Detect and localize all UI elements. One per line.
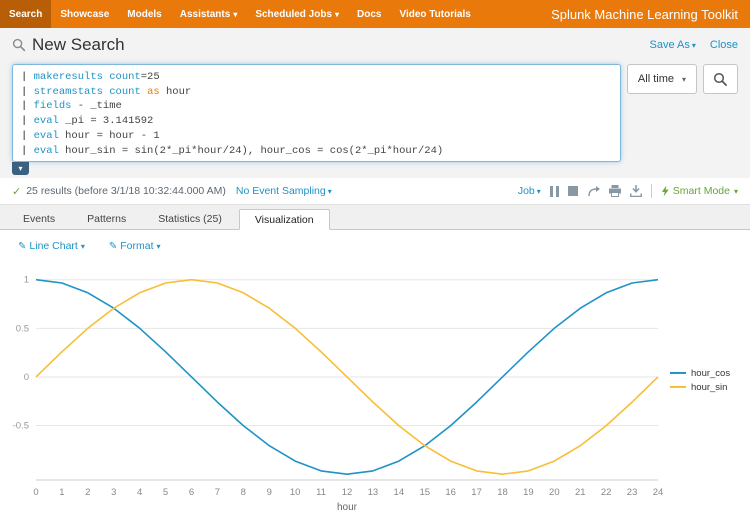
search-mode-button[interactable]: Smart Mode▾ xyxy=(661,185,738,197)
share-button[interactable] xyxy=(587,185,600,197)
search-header: New Search Save As▾ Close xyxy=(0,28,750,62)
format-button[interactable]: ✎ Format▾ xyxy=(109,240,161,252)
print-button[interactable] xyxy=(609,185,621,197)
pencil-icon: ✎ xyxy=(109,241,117,252)
svg-text:5: 5 xyxy=(163,487,168,498)
svg-text:17: 17 xyxy=(471,487,482,498)
svg-text:14: 14 xyxy=(394,487,405,498)
nav-item-search[interactable]: Search xyxy=(0,0,51,28)
line-chart[interactable]: -0.500.510123456789101112131415161718192… xyxy=(0,260,750,518)
job-controls: Job▾ Smart Mode▾ xyxy=(518,184,738,198)
chevron-down-icon: ▾ xyxy=(157,242,161,251)
app-window: SearchShowcaseModelsAssistants▾Scheduled… xyxy=(0,0,750,524)
check-icon: ✓ xyxy=(12,185,21,198)
svg-text:0: 0 xyxy=(33,487,38,498)
tab-events[interactable]: Events xyxy=(8,209,70,229)
chevron-down-icon: ▾ xyxy=(692,41,696,50)
divider xyxy=(651,184,652,198)
bolt-icon xyxy=(661,185,669,197)
chevron-down-icon: ▾ xyxy=(734,187,738,196)
chevron-down-icon: ▾ xyxy=(328,187,332,196)
page-title: New Search xyxy=(32,35,125,55)
svg-text:10: 10 xyxy=(290,487,301,498)
svg-text:13: 13 xyxy=(368,487,379,498)
nav-item-video-tutorials[interactable]: Video Tutorials xyxy=(390,0,479,28)
search-query-editor[interactable]: | makeresults count=25| streamstats coun… xyxy=(12,64,621,162)
svg-text:12: 12 xyxy=(342,487,353,498)
chart-type-button[interactable]: ✎ Line Chart▾ xyxy=(18,240,85,252)
svg-text:0: 0 xyxy=(24,372,29,383)
svg-text:15: 15 xyxy=(419,487,430,498)
job-menu-button[interactable]: Job▾ xyxy=(518,185,541,197)
svg-text:0.5: 0.5 xyxy=(16,323,29,334)
time-range-picker[interactable]: All time ▾ xyxy=(627,64,697,94)
svg-text:21: 21 xyxy=(575,487,586,498)
svg-text:7: 7 xyxy=(215,487,220,498)
close-button[interactable]: Close xyxy=(710,39,738,51)
svg-text:8: 8 xyxy=(241,487,246,498)
pause-button[interactable] xyxy=(550,186,559,197)
tab-statistics-25[interactable]: Statistics (25) xyxy=(143,209,237,229)
svg-text:24: 24 xyxy=(653,487,664,498)
svg-text:hour: hour xyxy=(337,502,358,513)
svg-text:9: 9 xyxy=(267,487,272,498)
search-bar-section: | makeresults count=25| streamstats coun… xyxy=(0,62,750,178)
top-navbar: SearchShowcaseModelsAssistants▾Scheduled… xyxy=(0,0,750,28)
stop-button[interactable] xyxy=(568,186,578,196)
svg-text:11: 11 xyxy=(316,487,326,498)
chevron-down-icon: ▾ xyxy=(682,75,686,84)
search-icon xyxy=(12,38,26,52)
svg-text:1: 1 xyxy=(59,487,64,498)
pencil-icon: ✎ xyxy=(18,241,26,252)
svg-text:18: 18 xyxy=(497,487,508,498)
page-title-group: New Search xyxy=(12,35,125,55)
nav-item-models[interactable]: Models xyxy=(118,0,170,28)
nav-item-docs[interactable]: Docs xyxy=(348,0,390,28)
header-actions: Save As▾ Close xyxy=(650,39,739,51)
results-status: 25 results (before 3/1/18 10:32:44.000 A… xyxy=(26,185,226,197)
svg-text:1: 1 xyxy=(24,275,29,286)
svg-text:16: 16 xyxy=(445,487,456,498)
results-bar: ✓ 25 results (before 3/1/18 10:32:44.000… xyxy=(0,178,750,204)
svg-text:23: 23 xyxy=(627,487,638,498)
svg-text:22: 22 xyxy=(601,487,612,498)
svg-text:19: 19 xyxy=(523,487,534,498)
nav-item-assistants[interactable]: Assistants▾ xyxy=(171,0,247,28)
svg-text:20: 20 xyxy=(549,487,560,498)
export-button[interactable] xyxy=(630,185,642,197)
svg-text:6: 6 xyxy=(189,487,194,498)
tab-visualization[interactable]: Visualization xyxy=(239,209,330,230)
navbar-items: SearchShowcaseModelsAssistants▾Scheduled… xyxy=(0,0,480,28)
nav-item-scheduled-jobs[interactable]: Scheduled Jobs▾ xyxy=(246,0,348,28)
chevron-down-icon: ▾ xyxy=(537,187,541,196)
svg-text:-0.5: -0.5 xyxy=(13,421,29,432)
results-status-group: ✓ 25 results (before 3/1/18 10:32:44.000… xyxy=(12,185,332,198)
event-sampling-button[interactable]: No Event Sampling▾ xyxy=(236,185,332,197)
search-icon xyxy=(713,72,728,87)
svg-text:2: 2 xyxy=(85,487,90,498)
visualization-area: ✎ Line Chart▾ ✎ Format▾ -0.500.510123456… xyxy=(0,230,750,518)
tab-patterns[interactable]: Patterns xyxy=(72,209,141,229)
chevron-down-icon: ▾ xyxy=(81,242,85,251)
svg-text:hour_cos: hour_cos xyxy=(691,368,730,379)
svg-text:4: 4 xyxy=(137,487,142,498)
tabs-bar: EventsPatternsStatistics (25)Visualizati… xyxy=(0,204,750,230)
nav-item-showcase[interactable]: Showcase xyxy=(51,0,118,28)
time-range-label: All time xyxy=(638,73,674,85)
editor-expand-button[interactable]: ▾ xyxy=(12,162,29,175)
save-as-button[interactable]: Save As▾ xyxy=(650,39,696,51)
app-title: Splunk Machine Learning Toolkit xyxy=(539,0,750,28)
viz-controls: ✎ Line Chart▾ ✎ Format▾ xyxy=(0,230,750,260)
svg-text:3: 3 xyxy=(111,487,116,498)
search-submit-button[interactable] xyxy=(703,64,738,94)
svg-text:hour_sin: hour_sin xyxy=(691,382,727,393)
